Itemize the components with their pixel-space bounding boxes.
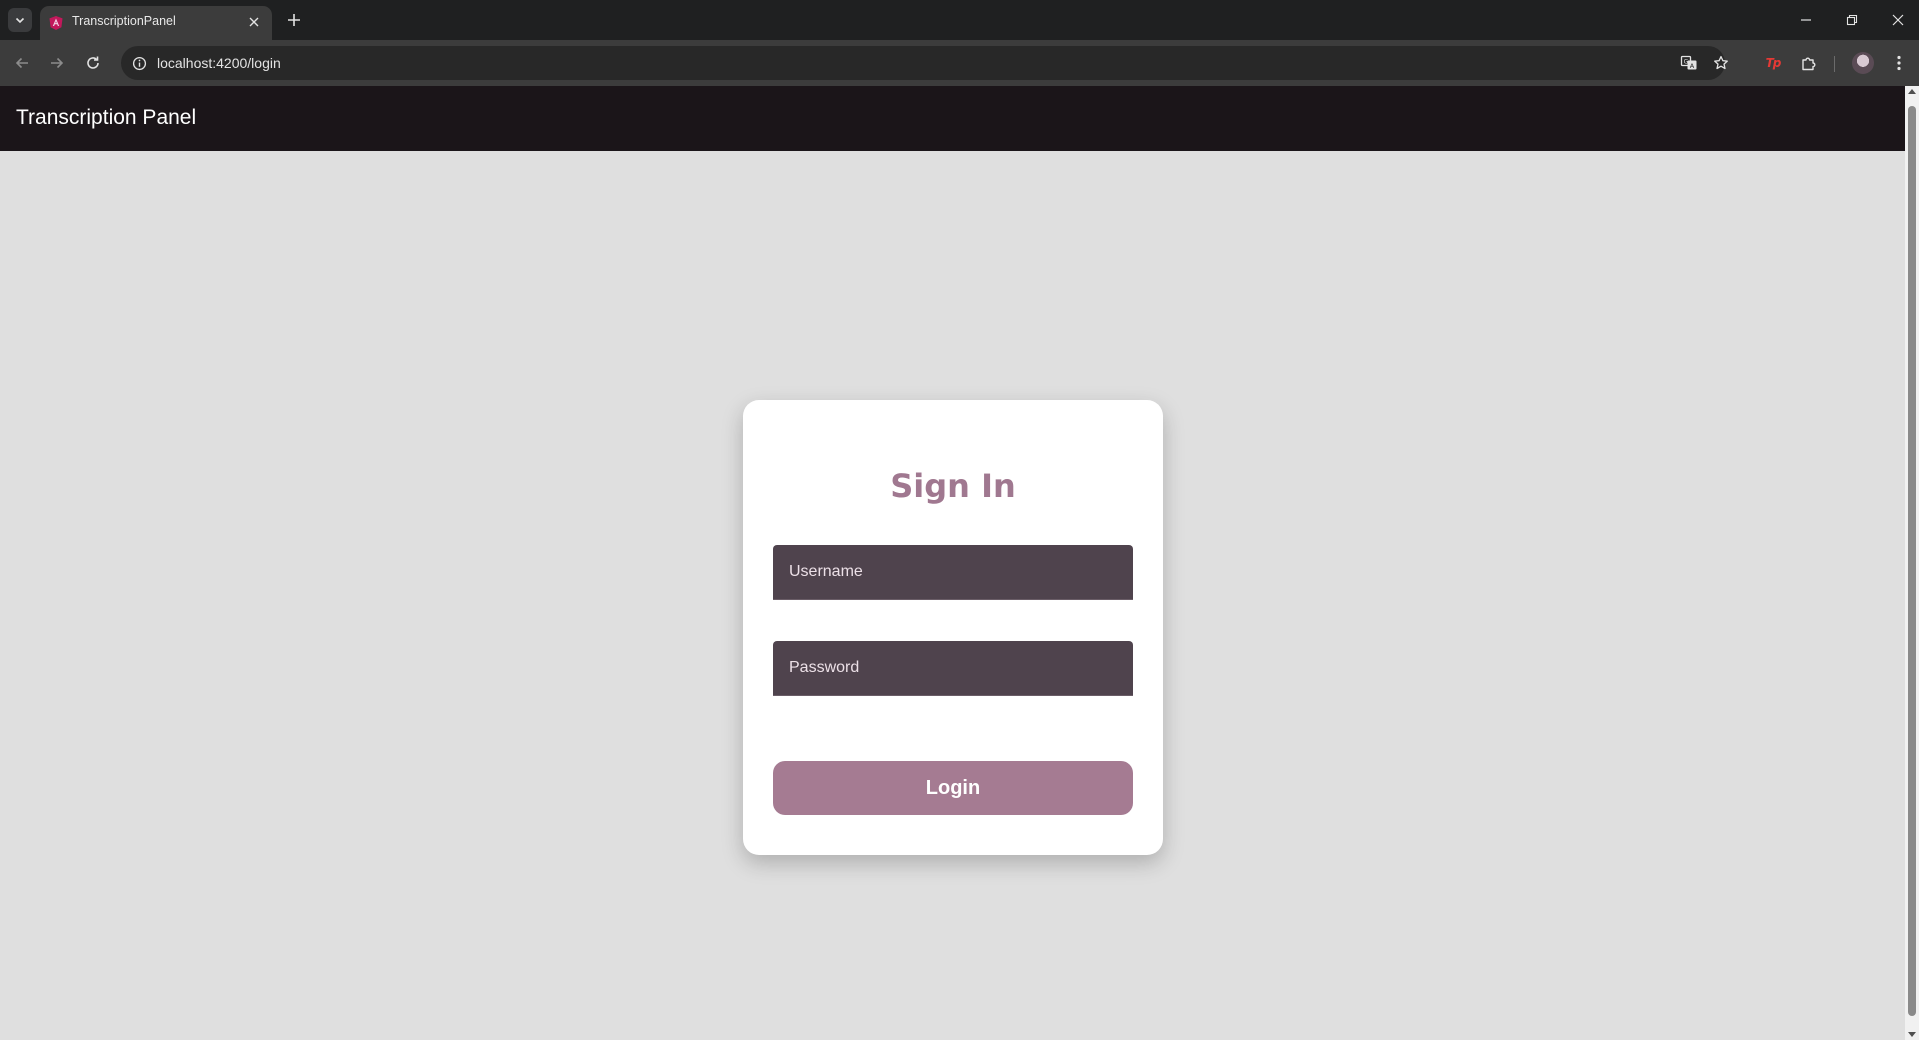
scroll-up-arrow[interactable]	[1908, 89, 1916, 94]
page-viewport: Transcription Panel Sign In Login	[0, 86, 1905, 1040]
page-scrollbar[interactable]	[1905, 86, 1919, 1040]
app-header: Transcription Panel	[0, 86, 1905, 151]
sign-in-heading: Sign In	[890, 467, 1016, 505]
more-vertical-icon	[1897, 55, 1901, 71]
back-button[interactable]	[9, 50, 35, 76]
arrow-right-icon	[51, 57, 64, 69]
password-field[interactable]	[773, 641, 1133, 696]
tab-strip: TranscriptionPanel	[0, 0, 1919, 40]
scroll-down-arrow[interactable]	[1908, 1032, 1916, 1037]
new-tab-button[interactable]	[282, 8, 306, 32]
site-info-button[interactable]	[130, 54, 148, 72]
username-input[interactable]	[773, 545, 1133, 599]
svg-text:A: A	[1690, 62, 1695, 70]
restore-button[interactable]	[1840, 8, 1864, 32]
reload-button[interactable]	[80, 50, 106, 76]
tab-close-button[interactable]	[246, 14, 262, 30]
extension-tp-button[interactable]: Tp	[1762, 52, 1784, 74]
minimize-button[interactable]	[1794, 8, 1818, 32]
tab-search-button[interactable]	[8, 8, 32, 32]
close-icon	[1892, 14, 1904, 26]
plus-icon	[288, 14, 300, 26]
login-button[interactable]: Login	[773, 761, 1133, 815]
close-icon	[249, 17, 259, 27]
scroll-thumb[interactable]	[1908, 106, 1916, 1016]
info-icon	[132, 56, 146, 70]
browser-tab[interactable]: TranscriptionPanel	[40, 6, 272, 40]
close-window-button[interactable]	[1886, 8, 1910, 32]
login-card: Sign In Login	[743, 400, 1163, 855]
url-text[interactable]: localhost:4200/login	[157, 55, 281, 71]
chevron-down-icon	[15, 17, 25, 24]
forward-button[interactable]	[44, 50, 70, 76]
bookmark-button[interactable]	[1711, 53, 1731, 73]
minimize-icon	[1801, 19, 1811, 21]
username-field[interactable]	[773, 545, 1133, 600]
tp-extension-icon: Tp	[1765, 56, 1782, 70]
password-input[interactable]	[773, 641, 1133, 695]
browser-toolbar: localhost:4200/login AG Tp	[0, 40, 1919, 86]
address-bar[interactable]: localhost:4200/login AG	[121, 46, 1728, 80]
translate-icon: AG	[1680, 55, 1697, 70]
arrow-left-icon	[15, 57, 28, 69]
restore-icon	[1846, 14, 1858, 26]
puzzle-icon	[1802, 57, 1816, 71]
reload-icon	[87, 56, 99, 69]
svg-text:G: G	[1684, 59, 1689, 66]
tab-title: TranscriptionPanel	[72, 14, 176, 28]
browser-menu-button[interactable]	[1888, 52, 1910, 74]
angular-icon	[49, 16, 63, 30]
extensions-button[interactable]	[1798, 52, 1820, 74]
toolbar-separator	[1834, 56, 1835, 72]
translate-button[interactable]: AG	[1679, 53, 1699, 73]
profile-avatar[interactable]	[1852, 52, 1874, 74]
app-title: Transcription Panel	[16, 106, 197, 129]
star-icon	[1714, 55, 1728, 70]
